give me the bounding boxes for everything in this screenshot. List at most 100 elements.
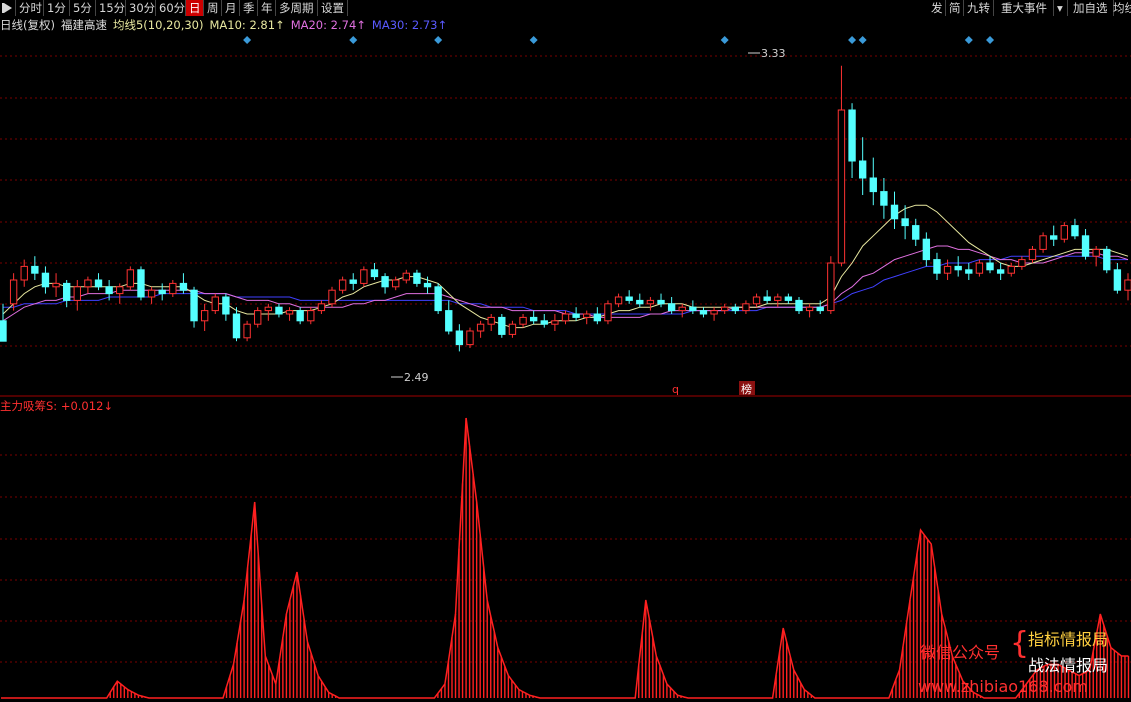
candle-body-90 [954, 265, 962, 271]
ma10-value: MA10: 2.81↑ [209, 18, 285, 32]
candle-body-74 [784, 296, 793, 301]
collapse-icon[interactable] [0, 0, 16, 16]
candle-71 [752, 293, 761, 308]
toolbar-right-item-2[interactable]: 九转 [964, 0, 994, 16]
stock-name: 福建高速 [60, 18, 107, 32]
toolbar-right-item-0[interactable]: 发 [928, 0, 946, 16]
period-tab-2[interactable]: 5分 [70, 0, 96, 16]
kline-chart[interactable]: 3.33 2.49 q 榜 [0, 0, 1131, 702]
signal-diamond-1 [349, 36, 358, 44]
candle-body-62 [657, 299, 665, 305]
indicator-label[interactable]: 主力吸筹S: +0.012↓ [0, 399, 113, 413]
candle-38 [402, 269, 410, 284]
candle-body-9 [94, 279, 103, 288]
candle-body-99 [1050, 235, 1058, 240]
candle-body-28 [296, 310, 304, 322]
candle-73 [774, 293, 782, 308]
candle-body-53 [561, 313, 570, 322]
candle-35 [370, 263, 379, 280]
period-tab-12[interactable]: 设置 [318, 0, 348, 16]
candle-56 [593, 307, 602, 325]
candle-body-2 [20, 265, 28, 281]
ma-indicator-name[interactable]: 均线5(10,20,30) [113, 18, 204, 32]
candle-32 [338, 276, 347, 294]
period-tab-11[interactable]: 多周期 [276, 0, 318, 16]
candle-body-70 [742, 303, 750, 312]
candle-72 [763, 290, 771, 304]
candle-body-49 [519, 316, 527, 325]
candle-54 [572, 307, 580, 321]
ma20-value: MA20: 2.74↑ [290, 18, 366, 32]
candle-51 [540, 314, 548, 328]
watermark-url: www.zhibiao168.com [918, 677, 1088, 696]
period-tab-4[interactable]: 30分 [126, 0, 156, 16]
candle-33 [349, 273, 357, 291]
candle-body-78 [827, 262, 835, 312]
candle-74 [784, 293, 793, 304]
grid-lines [0, 55, 1131, 663]
candle-body-85 [901, 218, 909, 227]
candle-42 [445, 300, 453, 335]
candle-23 [243, 320, 251, 342]
candle-93 [986, 256, 994, 274]
event-q-label[interactable]: q [672, 383, 679, 396]
candle-16 [169, 280, 177, 297]
candle-body-80 [848, 109, 856, 162]
candle-20 [211, 293, 219, 314]
candle-body-0 [0, 320, 7, 342]
candle-41 [434, 283, 442, 314]
candle-body-79 [837, 109, 846, 264]
signal-diamond-4 [720, 36, 729, 44]
candle-9 [94, 273, 103, 291]
candle-body-102 [1081, 235, 1090, 257]
toolbar-right-item-4[interactable]: 加自选 [1070, 0, 1114, 16]
period-tab-7[interactable]: 周 [204, 0, 222, 16]
candle-24 [254, 307, 262, 328]
candle-body-47 [498, 316, 506, 335]
candle-43 [455, 324, 464, 352]
candle-79 [837, 65, 846, 267]
candle-body-16 [169, 282, 177, 295]
candle-body-89 [943, 265, 952, 274]
toolbar-right-item-1[interactable]: 简 [946, 0, 964, 16]
period-tab-8[interactable]: 月 [222, 0, 240, 16]
candle-26 [275, 303, 283, 318]
period-tab-1[interactable]: 1分 [44, 0, 70, 16]
candle-body-35 [370, 269, 379, 278]
period-tab-6[interactable]: 日 [186, 0, 204, 16]
period-tab-0[interactable]: 分时 [16, 0, 44, 16]
toolbar-right-item-3[interactable]: 重大事件 [998, 0, 1054, 16]
event-bang-badge[interactable]: 榜 [741, 382, 752, 396]
candle-body-81 [858, 160, 867, 179]
candle-body-39 [413, 272, 421, 284]
candle-105 [1113, 263, 1122, 294]
candle-67 [710, 307, 718, 321]
candle-body-64 [678, 306, 686, 312]
candle-34 [360, 266, 368, 287]
ma30-value: MA30: 2.73↑ [371, 18, 448, 32]
candle-body-97 [1028, 248, 1037, 261]
candle-body-94 [996, 269, 1005, 274]
candle-body-32 [338, 279, 347, 291]
candle-body-37 [392, 279, 400, 288]
candle-body-84 [890, 204, 899, 220]
low-price-label: 2.49 [404, 371, 429, 384]
candle-106 [1124, 273, 1131, 301]
toolbar-right-item-5[interactable]: 均线 [1110, 0, 1131, 16]
candle-body-5 [52, 282, 60, 288]
candle-body-103 [1092, 248, 1100, 257]
candle-body-3 [31, 265, 39, 274]
candle-92 [975, 259, 984, 277]
period-tab-5[interactable]: 60分 [156, 0, 186, 16]
candle-62 [657, 293, 665, 308]
period-toolbar: 分时 1分 5分 15分 30分 60分日周月季年多周期 设置 发简九转 重大事件 ▾ 加自选 均线 [0, 0, 1131, 16]
period-tab-3[interactable]: 15分 [96, 0, 126, 16]
candle-50 [529, 310, 538, 325]
period-tab-10[interactable]: 年 [258, 0, 276, 16]
candle-0 [0, 303, 7, 342]
dropdown-arrow-icon[interactable]: ▾ [1054, 0, 1068, 16]
period-tab-9[interactable]: 季 [240, 0, 258, 16]
candle-body-92 [975, 262, 984, 274]
candle-82 [869, 157, 877, 206]
candle-8 [84, 276, 92, 294]
